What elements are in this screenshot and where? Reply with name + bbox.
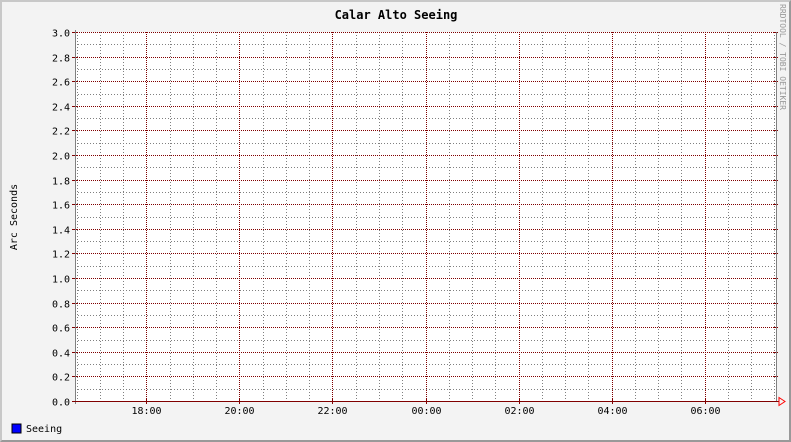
plot-area <box>75 32 776 401</box>
x-tick-label: 00:00 <box>411 406 441 417</box>
x-tick-label: 18:00 <box>131 406 161 417</box>
y-tick-label: 2.6 <box>52 78 70 89</box>
y-tick-label: 0.2 <box>52 373 70 384</box>
y-tick-label: 2.8 <box>52 54 70 65</box>
y-tick-label: 1.8 <box>52 177 70 188</box>
x-axis-arrow-icon <box>778 396 786 407</box>
chart-title: Calar Alto Seeing <box>335 8 458 22</box>
y-tick-label: 1.4 <box>52 226 70 237</box>
legend-label-seeing: Seeing <box>26 424 62 435</box>
legend-swatch-seeing <box>11 423 22 434</box>
y-tick-label: 1.0 <box>52 275 70 286</box>
rrdtool-watermark: RRDTOOL / TOBI OETIKER <box>778 4 787 110</box>
y-axis-label: Arc Seconds <box>9 184 20 250</box>
x-tick-label: 06:00 <box>690 406 720 417</box>
y-tick-label: 2.2 <box>52 127 70 138</box>
y-tick-label: 2.4 <box>52 103 70 114</box>
x-tick-label: 02:00 <box>504 406 534 417</box>
x-tick-label: 22:00 <box>317 406 347 417</box>
y-tick-label: 0.0 <box>52 398 70 409</box>
y-tick-label: 0.4 <box>52 349 70 360</box>
x-tick-label: 04:00 <box>597 406 627 417</box>
y-tick-label: 2.0 <box>52 152 70 163</box>
y-tick-label: 1.6 <box>52 201 70 212</box>
seeing-chart: Calar Alto Seeing Arc Seconds RRDTOOL / … <box>9 4 787 435</box>
y-tick-label: 0.6 <box>52 324 70 335</box>
y-tick-label: 1.2 <box>52 250 70 261</box>
y-tick-label: 3.0 <box>52 29 70 40</box>
y-tick-label: 0.8 <box>52 300 70 311</box>
x-tick-label: 20:00 <box>224 406 254 417</box>
